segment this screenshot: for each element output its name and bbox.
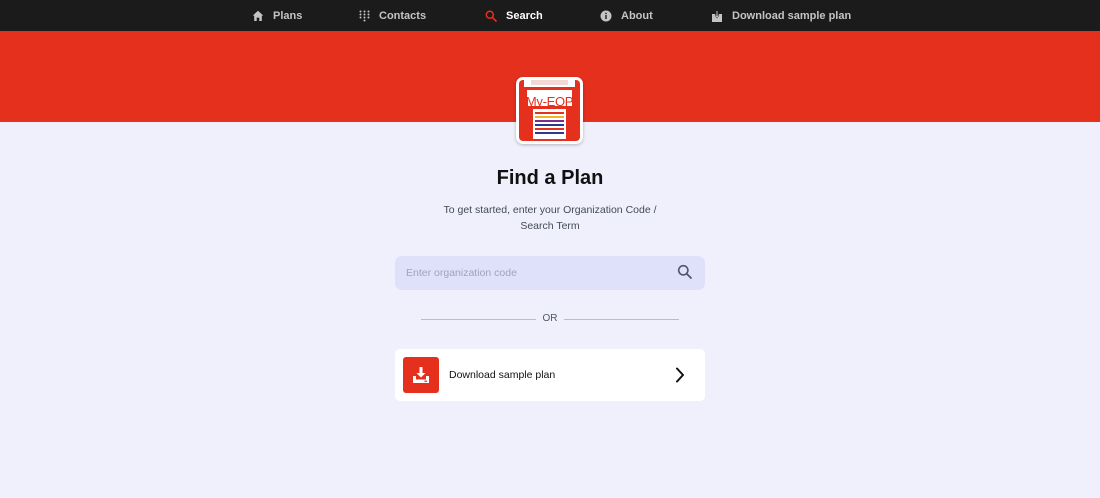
divider-line-left	[421, 319, 536, 320]
logo-emblem	[519, 80, 580, 141]
nav-item-label: Contacts	[379, 9, 427, 22]
nav-item-about[interactable]: About	[600, 0, 653, 31]
divider-line-right	[564, 319, 679, 320]
logo-text: My-EOP	[525, 94, 574, 109]
search-box	[395, 256, 705, 290]
download-sample-plan-button[interactable]: Download sample plan	[395, 349, 705, 401]
home-icon	[252, 10, 264, 21]
page-title: Find a Plan	[496, 167, 604, 189]
info-icon	[600, 10, 612, 21]
nav-item-label: Plans	[273, 9, 303, 22]
nav-item-download-sample-plan[interactable]: Download sample plan	[711, 0, 851, 31]
top-navbar: Plans Contacts Search About Download sam…	[0, 0, 1100, 31]
page-subtitle: To get started, enter your Organization …	[443, 204, 657, 232]
nav-item-label: Search	[506, 9, 543, 22]
download-card-label: Download sample plan	[449, 369, 556, 381]
download-tray-icon	[413, 367, 429, 383]
app-logo: My-EOP	[516, 77, 583, 144]
search-icon	[485, 10, 497, 22]
download-icon-box	[403, 357, 439, 393]
chevron-right-icon	[676, 367, 684, 383]
nav-item-contacts[interactable]: Contacts	[359, 0, 426, 31]
download-box-icon	[712, 10, 722, 22]
nav-item-label: About	[621, 9, 653, 22]
nav-item-search[interactable]: Search	[485, 0, 543, 31]
nav-item-label: Download sample plan	[732, 9, 852, 22]
keypad-icon	[359, 10, 370, 21]
nav-item-plans[interactable]: Plans	[252, 0, 302, 31]
search-submit-icon[interactable]	[677, 264, 693, 280]
organization-code-input[interactable]	[395, 256, 665, 290]
